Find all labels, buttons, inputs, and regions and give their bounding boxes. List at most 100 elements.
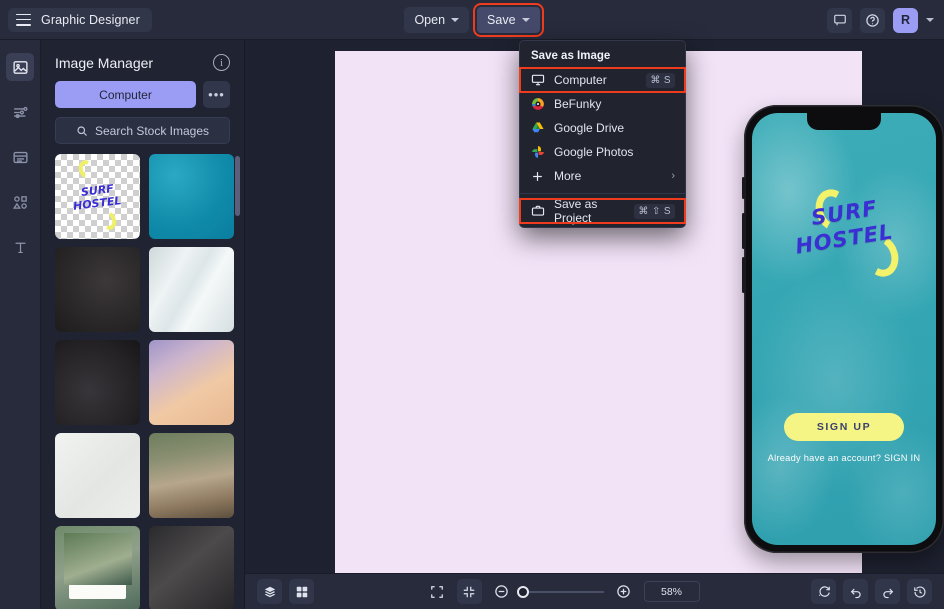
- sidebar-item-graphics[interactable]: [6, 188, 34, 216]
- layout-icon: [12, 149, 29, 166]
- menu-section-label: Save as Image: [520, 41, 685, 68]
- design-signin-text[interactable]: Already have an account? SIGN IN: [752, 453, 936, 463]
- zoom-level-display[interactable]: 58%: [644, 581, 700, 602]
- menu-item-shortcut: ⌘ ⇧ S: [634, 204, 675, 219]
- history-icon: [913, 585, 927, 599]
- thumbnail-dark-texture-2[interactable]: [55, 340, 140, 425]
- menu-item-label: More: [554, 169, 662, 183]
- zoom-out-button[interactable]: [491, 581, 513, 603]
- phone-screen[interactable]: SURF HOSTEL SIGN UP Already have an acco…: [752, 113, 936, 545]
- bottom-bar: 58%: [245, 573, 944, 609]
- google-drive-icon: [530, 121, 545, 136]
- sidebar-item-templates[interactable]: [6, 143, 34, 171]
- design-logo: SURF HOSTEL: [752, 183, 936, 303]
- bottom-right-tools: [811, 579, 932, 604]
- reset-icon: [817, 585, 831, 599]
- chat-icon: [833, 13, 847, 27]
- image-icon: [12, 59, 29, 76]
- grid-icon: [295, 585, 309, 599]
- help-icon: [865, 13, 880, 28]
- source-row: Computer •••: [41, 81, 244, 117]
- sidebar-item-edit[interactable]: [6, 98, 34, 126]
- thumbnail-surf-hostel-logo-transparent[interactable]: SURF HOSTEL: [55, 154, 140, 239]
- phone-volume-up-button: [742, 213, 745, 249]
- help-button[interactable]: [860, 8, 885, 33]
- menu-item-befunky[interactable]: BeFunky: [520, 92, 685, 116]
- shapes-icon: [12, 194, 29, 211]
- panel-scrollbar[interactable]: [235, 156, 240, 216]
- left-rail: [0, 40, 41, 609]
- chevron-down-icon: [522, 18, 530, 22]
- zoom-out-icon: [494, 584, 509, 599]
- thumbnail-scroll-area[interactable]: SURF HOSTEL: [41, 154, 244, 609]
- thumbnail-turquoise-water-texture[interactable]: [149, 154, 234, 239]
- panel-header: Image Manager i: [41, 40, 244, 81]
- fit-screen-button[interactable]: [426, 581, 448, 603]
- app-menu-button[interactable]: Graphic Designer: [8, 8, 152, 32]
- search-label: Search Stock Images: [95, 124, 209, 138]
- phone-volume-down-button: [742, 257, 745, 293]
- befunky-icon: [530, 97, 545, 112]
- fit-screen-icon: [430, 585, 444, 599]
- top-bar: Graphic Designer Open Save: [0, 0, 944, 40]
- chevron-right-icon: ›: [671, 170, 675, 182]
- layers-icon: [263, 585, 277, 599]
- thumbnail-white-paper-texture[interactable]: [55, 433, 140, 518]
- open-button[interactable]: Open: [404, 7, 469, 33]
- save-dropdown-menu: Save as Image Computer ⌘ S: [519, 40, 686, 228]
- computer-source-button[interactable]: Computer: [55, 81, 196, 108]
- menu-item-google-drive[interactable]: Google Drive: [520, 116, 685, 140]
- menu-item-label: Google Drive: [554, 121, 675, 135]
- sidebar-item-text[interactable]: [6, 233, 34, 261]
- phone-mockup[interactable]: SURF HOSTEL SIGN UP Already have an acco…: [744, 105, 944, 553]
- layers-button[interactable]: [257, 579, 282, 604]
- info-icon[interactable]: i: [213, 54, 230, 71]
- sidebar-item-image-manager[interactable]: [6, 53, 34, 81]
- zoom-slider-handle[interactable]: [517, 586, 529, 598]
- save-button[interactable]: Save: [477, 7, 540, 33]
- collapse-view-button[interactable]: [457, 579, 482, 604]
- zoom-slider[interactable]: [522, 591, 604, 593]
- undo-icon: [849, 585, 863, 599]
- redo-icon: [881, 585, 895, 599]
- redo-button[interactable]: [875, 579, 900, 604]
- zoom-in-icon: [616, 584, 631, 599]
- reset-button[interactable]: [811, 579, 836, 604]
- thumbnail-woman-on-car-photo[interactable]: [149, 433, 234, 518]
- menu-item-computer[interactable]: Computer ⌘ S: [520, 68, 685, 92]
- zoom-in-button[interactable]: [613, 581, 635, 603]
- thumbnail-white-glass-panel[interactable]: [149, 247, 234, 332]
- chevron-down-icon: [451, 18, 459, 22]
- briefcase-icon: [530, 204, 545, 219]
- thumbnail-pastel-gradient[interactable]: [149, 340, 234, 425]
- thumbnail-dark-texture-1[interactable]: [55, 247, 140, 332]
- history-button[interactable]: [907, 579, 932, 604]
- text-icon: [12, 239, 29, 256]
- grid-view-button[interactable]: [289, 579, 314, 604]
- menu-item-label: Save as Project: [554, 197, 625, 225]
- design-signup-button[interactable]: SIGN UP: [784, 413, 904, 441]
- thumbnail-polaroid-mockup[interactable]: [55, 526, 140, 609]
- more-sources-button[interactable]: •••: [203, 81, 230, 108]
- thumbnail-grid: SURF HOSTEL: [55, 154, 234, 609]
- menu-divider: [520, 193, 685, 194]
- menu-item-label: Computer: [554, 73, 637, 87]
- search-icon: [76, 125, 88, 137]
- menu-item-label: BeFunky: [554, 97, 675, 111]
- undo-button[interactable]: [843, 579, 868, 604]
- menu-item-google-photos[interactable]: Google Photos: [520, 140, 685, 164]
- google-photos-icon: [530, 145, 545, 160]
- feedback-button[interactable]: [827, 8, 852, 33]
- bottom-left-tools: [257, 579, 314, 604]
- account-chevron-down-icon[interactable]: [926, 18, 934, 22]
- plus-icon: [530, 169, 545, 184]
- sliders-icon: [12, 104, 29, 121]
- menu-item-save-as-project[interactable]: Save as Project ⌘ ⇧ S: [520, 199, 685, 223]
- hamburger-icon: [16, 14, 31, 26]
- collapse-icon: [462, 585, 476, 599]
- menu-item-shortcut: ⌘ S: [646, 73, 675, 88]
- avatar[interactable]: R: [893, 8, 918, 33]
- search-stock-images-button[interactable]: Search Stock Images: [55, 117, 230, 144]
- thumbnail-phone-in-hand-mockup[interactable]: [149, 526, 234, 609]
- menu-item-more[interactable]: More ›: [520, 164, 685, 188]
